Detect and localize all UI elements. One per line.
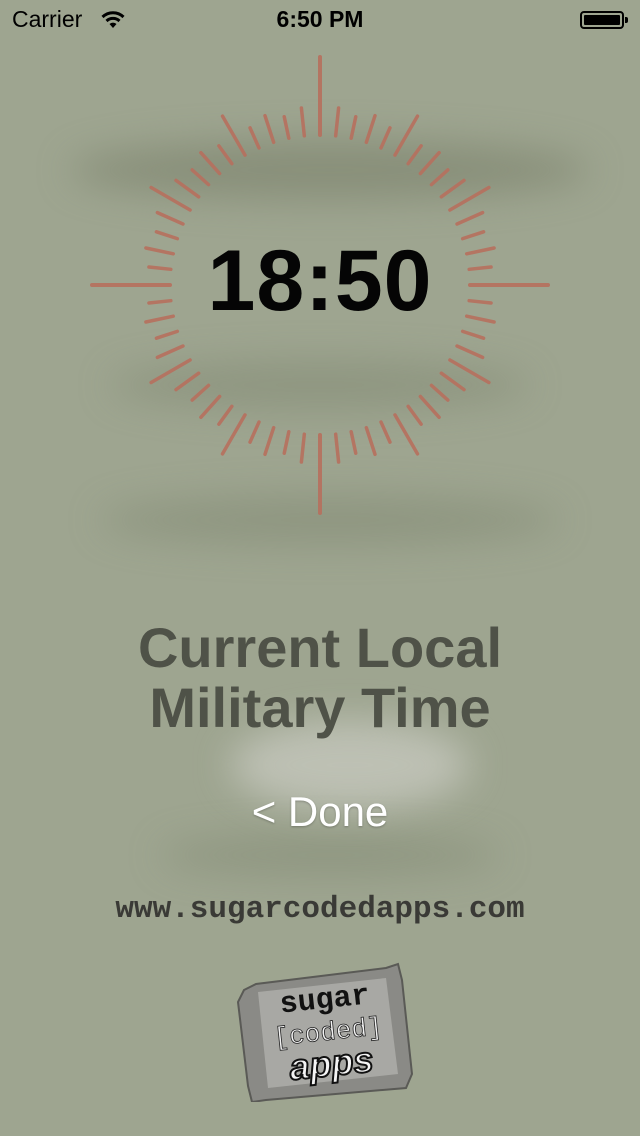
dial-tick — [190, 383, 211, 402]
dial-tick — [220, 413, 247, 456]
background-blur — [160, 835, 500, 875]
dial-tick — [379, 420, 392, 444]
dial-tick — [333, 432, 341, 464]
battery-icon — [580, 11, 628, 29]
dial-tick — [455, 344, 485, 360]
dial-tick — [379, 126, 392, 150]
dial-tick — [282, 429, 291, 455]
sugarcoded-apps-logo: sugar [coded] apps — [236, 962, 414, 1102]
dial-tick — [429, 168, 450, 187]
dial-tick — [174, 178, 201, 199]
dial-tick — [364, 425, 377, 457]
dial-tick — [439, 371, 466, 392]
dial-tick — [460, 329, 486, 340]
dial-tick — [199, 394, 222, 420]
dial-tick — [439, 178, 466, 199]
dial-tick — [393, 114, 420, 157]
dial-tick — [418, 150, 441, 176]
dial-tick — [418, 394, 441, 420]
page-title: Current Local Military Time — [0, 618, 640, 738]
dial-tick — [217, 144, 234, 166]
dial-tick — [220, 114, 247, 157]
dial-tick — [364, 113, 377, 145]
dial-tick — [448, 358, 491, 385]
dial-tick — [263, 425, 276, 457]
dial-tick — [299, 432, 307, 464]
dial-tick — [149, 358, 192, 385]
caption-line-2: Military Time — [149, 676, 491, 739]
dial-tick — [349, 115, 358, 141]
dial-tick — [174, 371, 201, 392]
military-time-display: 18:50 — [207, 233, 433, 329]
dial-tick — [393, 413, 420, 456]
caption-line-1: Current Local — [137, 616, 503, 679]
dial-tick — [190, 168, 211, 187]
dial-tick — [333, 106, 341, 138]
dial-tick — [429, 383, 450, 402]
dial-tick — [155, 210, 185, 226]
done-button[interactable]: < Done — [220, 788, 420, 836]
dial-tick — [406, 404, 423, 426]
status-bar: Carrier 6:50 PM — [0, 0, 640, 40]
dial-tick — [448, 185, 491, 212]
website-link[interactable]: www.sugarcodedapps.com — [0, 892, 640, 927]
dial-tick — [349, 429, 358, 455]
dial-tick — [199, 150, 222, 176]
status-time: 6:50 PM — [276, 6, 364, 32]
dial-tick — [455, 210, 485, 226]
dial-tick — [248, 420, 261, 444]
dial-tick — [282, 115, 291, 141]
dial-tick — [299, 106, 307, 138]
dial-tick — [263, 113, 276, 145]
dial-tick — [149, 185, 192, 212]
dial-tick — [154, 329, 180, 340]
logo-line-3: apps — [287, 1038, 375, 1088]
dial-tick — [406, 144, 423, 166]
dial-tick — [248, 126, 261, 150]
dial-tick — [155, 344, 185, 360]
dial-tick — [217, 404, 234, 426]
